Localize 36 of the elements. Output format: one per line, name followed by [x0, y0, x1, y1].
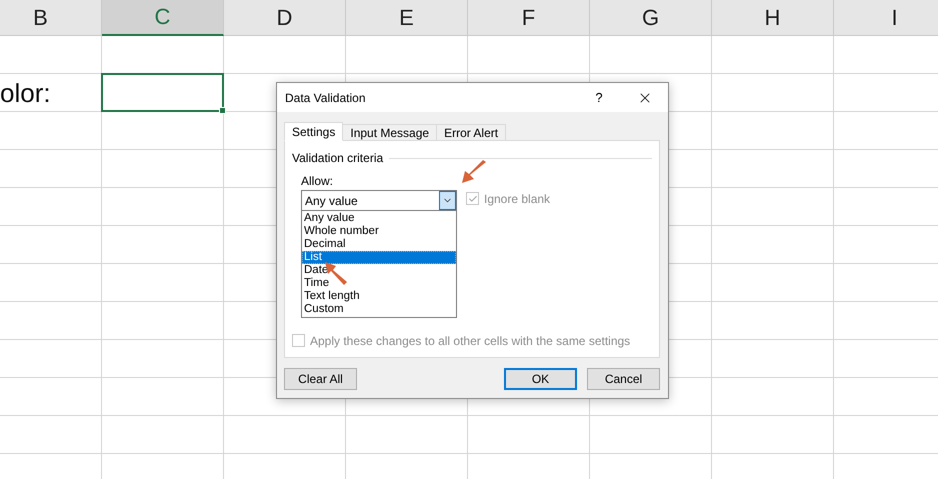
field-label: Allow: — [301, 174, 334, 188]
dialog-button[interactable]: OK — [504, 368, 577, 390]
column-header[interactable]: G — [590, 0, 712, 36]
list-option[interactable]: Any value — [302, 212, 456, 225]
arrow-icon — [460, 159, 488, 185]
tab[interactable]: Input Message — [342, 124, 438, 141]
tab[interactable]: Settings — [284, 122, 344, 141]
help-button[interactable]: ? — [576, 90, 622, 105]
list-option[interactable]: Time — [302, 277, 456, 290]
column-header[interactable]: D — [224, 0, 346, 36]
list-option[interactable]: Decimal — [302, 238, 456, 251]
list-option[interactable]: List — [302, 251, 456, 264]
checkbox-label: Apply these changes to all other cells with the same settings — [310, 334, 630, 348]
active-cell[interactable] — [101, 73, 224, 112]
dropdown-toggle[interactable] — [439, 191, 456, 210]
list-option[interactable]: Custom — [302, 303, 456, 316]
allow-dropdown[interactable]: Any value — [301, 190, 457, 211]
section-title: Validation criteria — [292, 151, 384, 165]
list-option[interactable]: Text length — [302, 290, 456, 303]
checkbox-label: Ignore blank — [484, 192, 550, 206]
dropdown-value: Any value — [304, 194, 359, 208]
column-header[interactable]: I — [834, 0, 938, 36]
dialog-button[interactable]: Cancel — [587, 368, 660, 390]
dialog-title: Data Validation — [285, 90, 366, 104]
column-header[interactable]: B — [0, 0, 102, 36]
check-icon — [468, 194, 478, 204]
list-option[interactable]: Whole number — [302, 225, 456, 238]
column-header[interactable]: E — [346, 0, 468, 36]
column-header[interactable]: H — [712, 0, 834, 36]
column-header[interactable]: C — [102, 0, 224, 36]
cell-text: olor: — [0, 78, 51, 108]
column-header[interactable]: F — [468, 0, 590, 36]
list-option[interactable]: Date — [302, 264, 456, 277]
dialog-button[interactable]: Clear All — [284, 368, 357, 390]
tab[interactable]: Error Alert — [436, 124, 506, 141]
fill-handle[interactable] — [219, 107, 226, 114]
